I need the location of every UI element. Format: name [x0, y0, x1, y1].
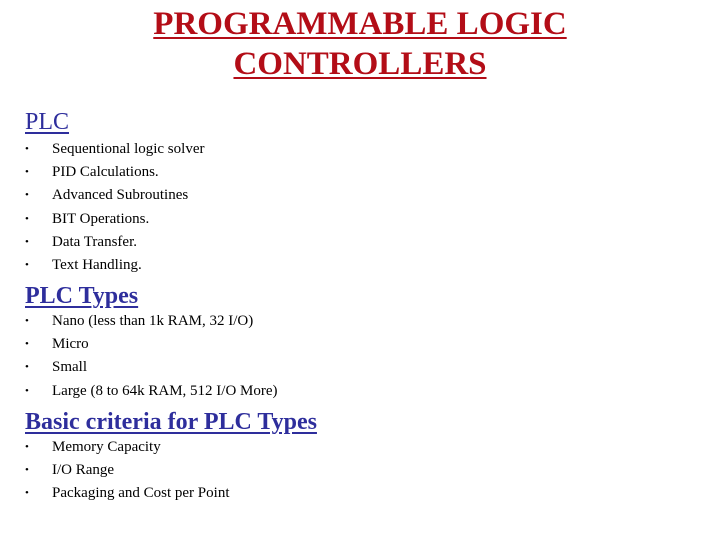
- bullet-icon: •: [25, 384, 29, 397]
- bullet-icon: •: [25, 212, 29, 225]
- bullet-icon: •: [25, 143, 29, 155]
- page-title: PROGRAMMABLE LOGIC CONTROLLERS: [0, 4, 720, 84]
- section-heading-plc: PLC: [25, 109, 70, 135]
- bullet-icon: •: [25, 258, 29, 271]
- bullet-icon: •: [25, 338, 29, 351]
- bullet-icon: •: [25, 361, 29, 374]
- bullet-icon: •: [25, 189, 29, 202]
- bullet-icon: •: [25, 235, 29, 248]
- bullet-icon: •: [25, 166, 29, 179]
- page-title-line-2: CONTROLLERS: [233, 46, 487, 82]
- bullet-icon: •: [25, 315, 29, 327]
- bullet-icon: •: [25, 464, 29, 477]
- bullet-icon: •: [25, 441, 29, 453]
- section-heading-basic-criteria: Basic criteria for PLC Types: [25, 409, 317, 435]
- bullet-icon: •: [25, 487, 29, 500]
- page-title-line-1: PROGRAMMABLE LOGIC: [153, 6, 567, 42]
- section-heading-plc-types: PLC Types: [25, 283, 139, 309]
